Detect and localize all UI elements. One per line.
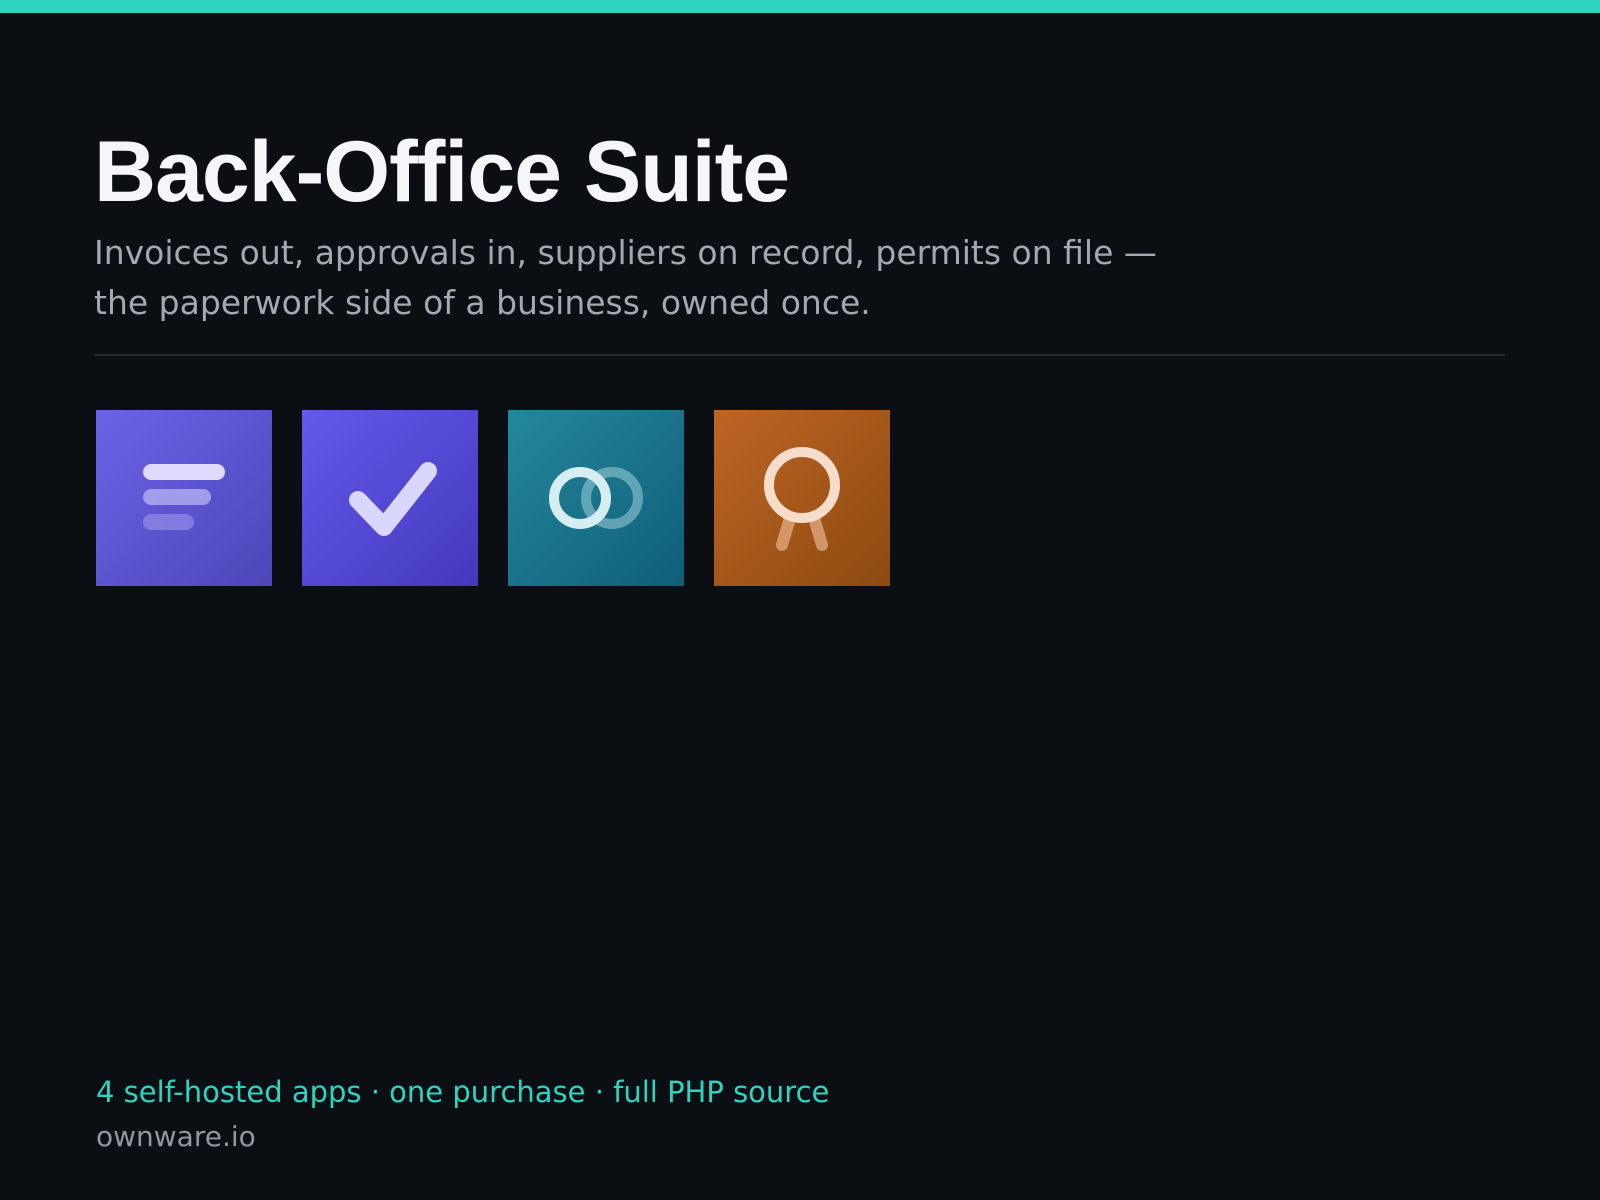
checkmark-icon <box>349 462 437 536</box>
app-tile-suppliers[interactable] <box>508 410 684 586</box>
subtitle-line-1: Invoices out, approvals in, suppliers on… <box>94 233 1157 272</box>
app-tile-invoices[interactable] <box>96 410 272 586</box>
page-subtitle: Invoices out, approvals in, suppliers on… <box>94 228 1294 328</box>
linked-rings-icon <box>549 467 643 529</box>
footer-tagline: 4 self-hosted apps · one purchase · full… <box>96 1075 830 1109</box>
award-badge-icon <box>764 447 840 551</box>
app-tile-approvals[interactable] <box>302 410 478 586</box>
accent-top-bar <box>0 0 1600 13</box>
page-title: Back-Office Suite <box>94 124 790 220</box>
footer-domain[interactable]: ownware.io <box>96 1117 256 1157</box>
section-divider <box>94 354 1505 356</box>
invoice-lines-icon <box>143 464 225 530</box>
subtitle-line-2: the paperwork side of a business, owned … <box>94 283 871 322</box>
app-tile-permits[interactable] <box>714 410 890 586</box>
